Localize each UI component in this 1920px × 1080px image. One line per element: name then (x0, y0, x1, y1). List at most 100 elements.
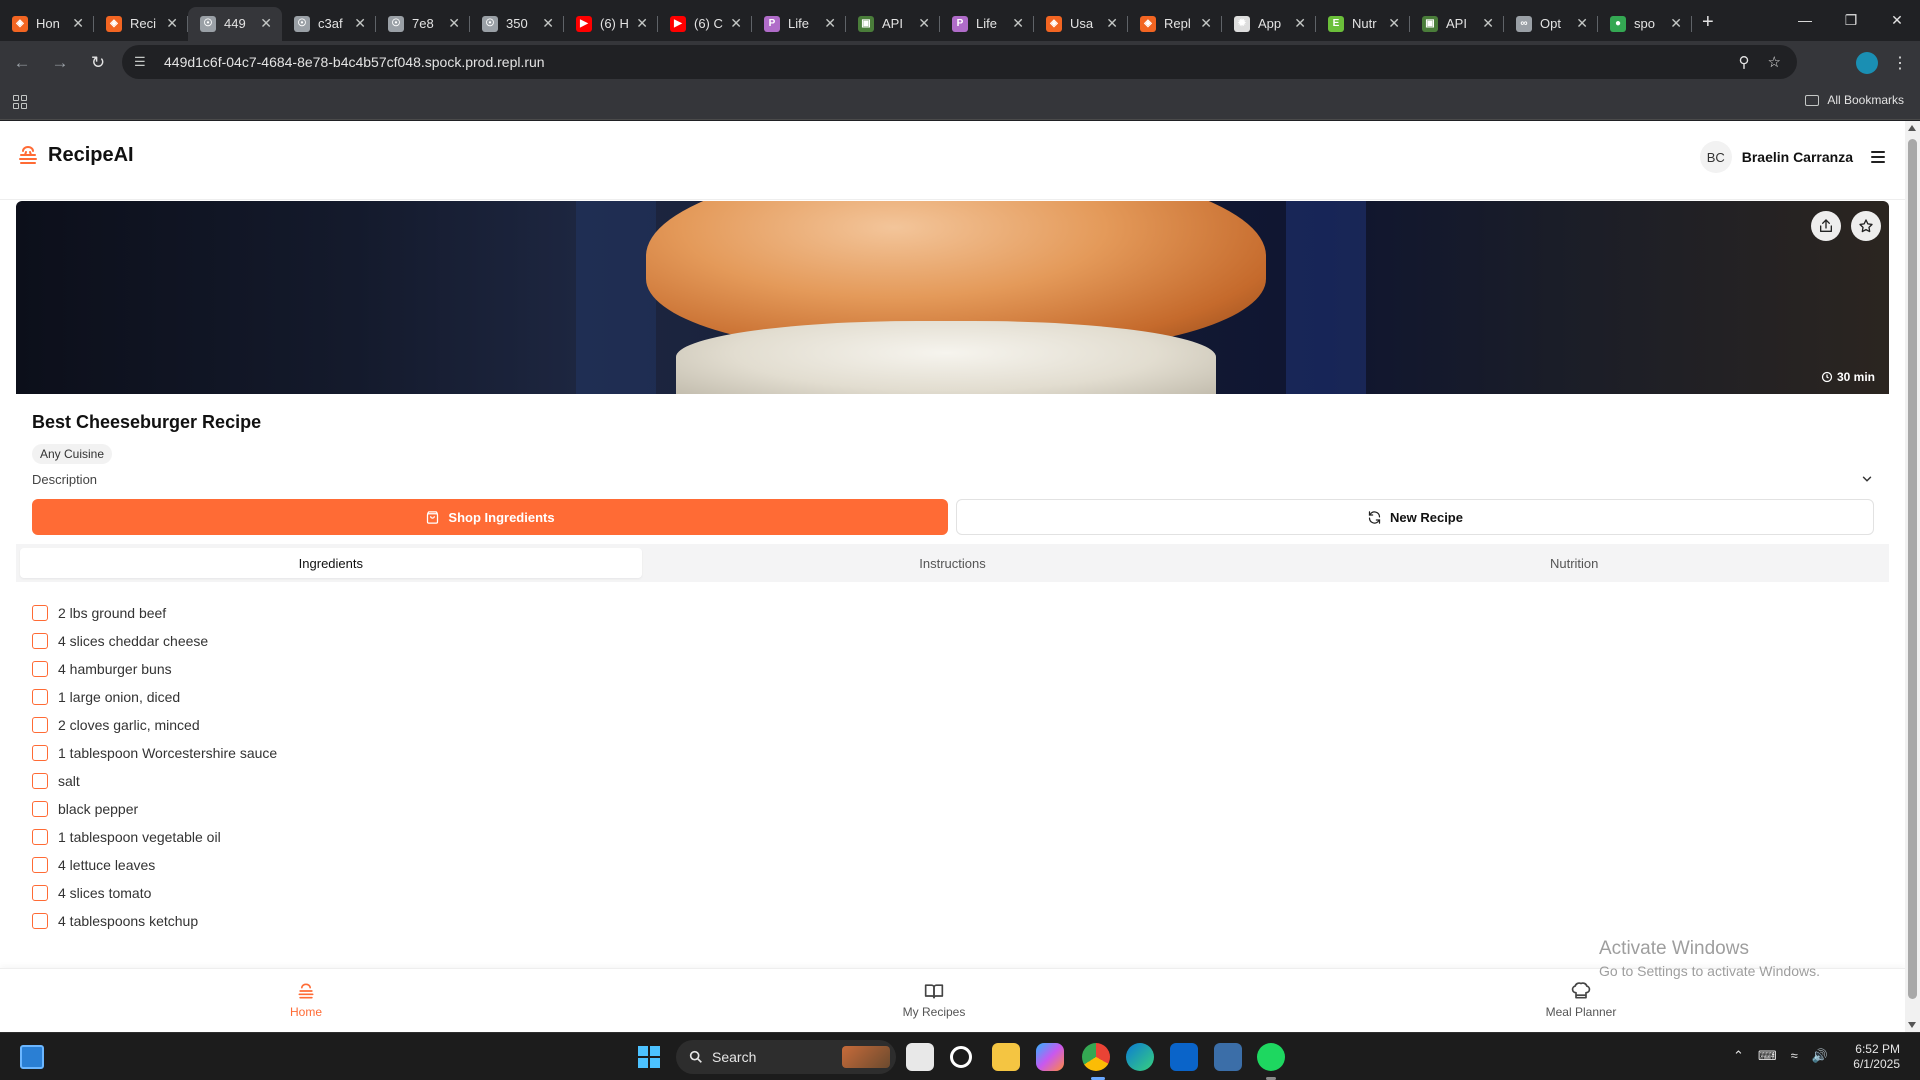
reload-icon[interactable]: ↻ (82, 47, 114, 79)
spotify-icon[interactable] (1257, 1043, 1285, 1071)
keyboard-icon[interactable]: ⌨ (1758, 1048, 1777, 1064)
close-tab-icon[interactable]: ✕ (260, 15, 272, 32)
all-bookmarks-button[interactable]: All Bookmarks (1805, 93, 1904, 107)
outlook-icon[interactable] (1170, 1043, 1198, 1071)
taskbar-clock[interactable]: 6:52 PM 6/1/2025 (1853, 1042, 1900, 1072)
copilot-icon[interactable] (1036, 1043, 1064, 1071)
browser-tab[interactable]: ▶ (6) H ✕ (564, 7, 658, 41)
close-tab-icon[interactable]: ✕ (72, 15, 84, 32)
close-tab-icon[interactable]: ✕ (1670, 15, 1682, 32)
close-tab-icon[interactable]: ✕ (1200, 15, 1212, 32)
close-tab-icon[interactable]: ✕ (1388, 15, 1400, 32)
browser-tab[interactable]: ◈ Reci ✕ (94, 7, 188, 41)
ingredient-item: 2 lbs ground beef (32, 599, 277, 627)
close-tab-icon[interactable]: ✕ (1482, 15, 1494, 32)
address-bar[interactable]: ☰ 449d1c6f-04c7-4684-8e78-b4c4b57cf048.s… (122, 45, 1797, 79)
browser-tab[interactable]: ✹ App ✕ (1222, 7, 1316, 41)
restore-icon[interactable]: ❐ (1828, 0, 1874, 40)
tab-instructions[interactable]: Instructions (642, 548, 1264, 578)
ingredient-checkbox[interactable] (32, 913, 48, 929)
close-tab-icon[interactable]: ✕ (448, 15, 460, 32)
forward-icon[interactable]: → (44, 47, 76, 79)
hamburger-menu-icon[interactable] (1871, 151, 1885, 163)
edge-icon[interactable] (1126, 1043, 1154, 1071)
ingredient-checkbox[interactable] (32, 689, 48, 705)
close-window-icon[interactable]: ✕ (1874, 0, 1920, 40)
browser-tab[interactable]: ∞ Opt ✕ (1504, 7, 1598, 41)
close-tab-icon[interactable]: ✕ (166, 15, 178, 32)
ingredient-checkbox[interactable] (32, 885, 48, 901)
browser-menu-icon[interactable]: ⋮ (1892, 53, 1908, 73)
file-explorer-icon[interactable] (992, 1043, 1020, 1071)
site-info-icon[interactable]: ☰ (134, 54, 154, 70)
task-view-icon[interactable] (906, 1043, 934, 1071)
volume-icon[interactable]: 🔊 (1812, 1048, 1828, 1064)
ingredient-checkbox[interactable] (32, 661, 48, 677)
close-tab-icon[interactable]: ✕ (636, 15, 648, 32)
ingredient-checkbox[interactable] (32, 829, 48, 845)
shop-ingredients-button[interactable]: Shop Ingredients (32, 499, 948, 535)
profile-avatar-icon[interactable] (1856, 51, 1878, 74)
description-toggle[interactable]: Description (32, 465, 1874, 493)
ingredient-checkbox[interactable] (32, 773, 48, 789)
close-tab-icon[interactable]: ✕ (824, 15, 836, 32)
favorite-button[interactable] (1851, 211, 1881, 241)
browser-tab[interactable]: ☉ c3af ✕ (282, 7, 376, 41)
minimize-icon[interactable]: — (1782, 0, 1828, 40)
ingredient-checkbox[interactable] (32, 633, 48, 649)
wifi-icon[interactable]: ≈ (1791, 1048, 1798, 1064)
g-app-icon[interactable] (950, 1046, 972, 1068)
close-tab-icon[interactable]: ✕ (1012, 15, 1024, 32)
ingredient-checkbox[interactable] (32, 857, 48, 873)
browser-tab[interactable]: ◈ Usa ✕ (1034, 7, 1128, 41)
close-tab-icon[interactable]: ✕ (1106, 15, 1118, 32)
tab-nutrition[interactable]: Nutrition (1263, 548, 1885, 578)
close-tab-icon[interactable]: ✕ (1294, 15, 1306, 32)
browser-tab[interactable]: ◈ Repl ✕ (1128, 7, 1222, 41)
password-key-icon[interactable]: ⚲ (1739, 53, 1750, 71)
bookmark-star-icon[interactable]: ☆ (1768, 53, 1781, 71)
back-icon[interactable]: ← (6, 47, 38, 79)
browser-tab[interactable]: ▣ API ✕ (846, 7, 940, 41)
browser-tab[interactable]: ▣ API ✕ (1410, 7, 1504, 41)
close-tab-icon[interactable]: ✕ (918, 15, 930, 32)
ingredient-checkbox[interactable] (32, 801, 48, 817)
browser-tab[interactable]: E Nutr ✕ (1316, 7, 1410, 41)
chevron-up-icon[interactable]: ⌃ (1733, 1048, 1744, 1064)
browser-tab[interactable]: P Life ✕ (752, 7, 846, 41)
browser-tab[interactable]: ◈ Hon ✕ (0, 7, 94, 41)
url-text[interactable]: 449d1c6f-04c7-4684-8e78-b4c4b57cf048.spo… (164, 54, 545, 70)
ingredient-checkbox[interactable] (32, 717, 48, 733)
scrollbar-thumb[interactable] (1908, 139, 1917, 999)
browser-tab[interactable]: ▶ (6) C ✕ (658, 7, 752, 41)
share-button[interactable] (1811, 211, 1841, 241)
nav-home[interactable]: Home (236, 981, 376, 1019)
apps-grid-icon[interactable] (13, 94, 27, 109)
page-scrollbar[interactable] (1905, 121, 1920, 1032)
ingredient-checkbox[interactable] (32, 605, 48, 621)
new-recipe-button[interactable]: New Recipe (956, 499, 1874, 535)
browser-tab[interactable]: ☉ 350 ✕ (470, 7, 564, 41)
ingredient-checkbox[interactable] (32, 745, 48, 761)
nav-meal-planner[interactable]: Meal Planner (1511, 981, 1651, 1019)
nav-my-recipes[interactable]: My Recipes (864, 981, 1004, 1019)
taskbar-search[interactable]: Search (676, 1040, 896, 1074)
photos-icon[interactable] (1214, 1043, 1242, 1071)
browser-tab[interactable]: P Life ✕ (940, 7, 1034, 41)
brand-logo[interactable]: RecipeAI (16, 143, 134, 167)
chrome-icon[interactable] (1082, 1043, 1110, 1071)
chevron-down-icon[interactable] (1860, 472, 1874, 486)
start-button[interactable] (638, 1046, 660, 1068)
browser-tab[interactable]: ☉ 7e8 ✕ (376, 7, 470, 41)
browser-tab[interactable]: ☉ 449 ✕ (188, 6, 282, 41)
close-tab-icon[interactable]: ✕ (730, 15, 742, 32)
tab-ingredients[interactable]: Ingredients (20, 548, 642, 578)
user-avatar[interactable]: BC (1699, 141, 1732, 173)
close-tab-icon[interactable]: ✕ (542, 15, 554, 32)
user-menu[interactable]: BC Braelin Carranza (1699, 141, 1853, 173)
browser-tab[interactable]: ● spo ✕ (1598, 7, 1692, 41)
close-tab-icon[interactable]: ✕ (1576, 15, 1588, 32)
close-tab-icon[interactable]: ✕ (354, 15, 366, 32)
new-tab-button[interactable]: + (1702, 11, 1714, 34)
widgets-icon[interactable] (20, 1045, 44, 1069)
